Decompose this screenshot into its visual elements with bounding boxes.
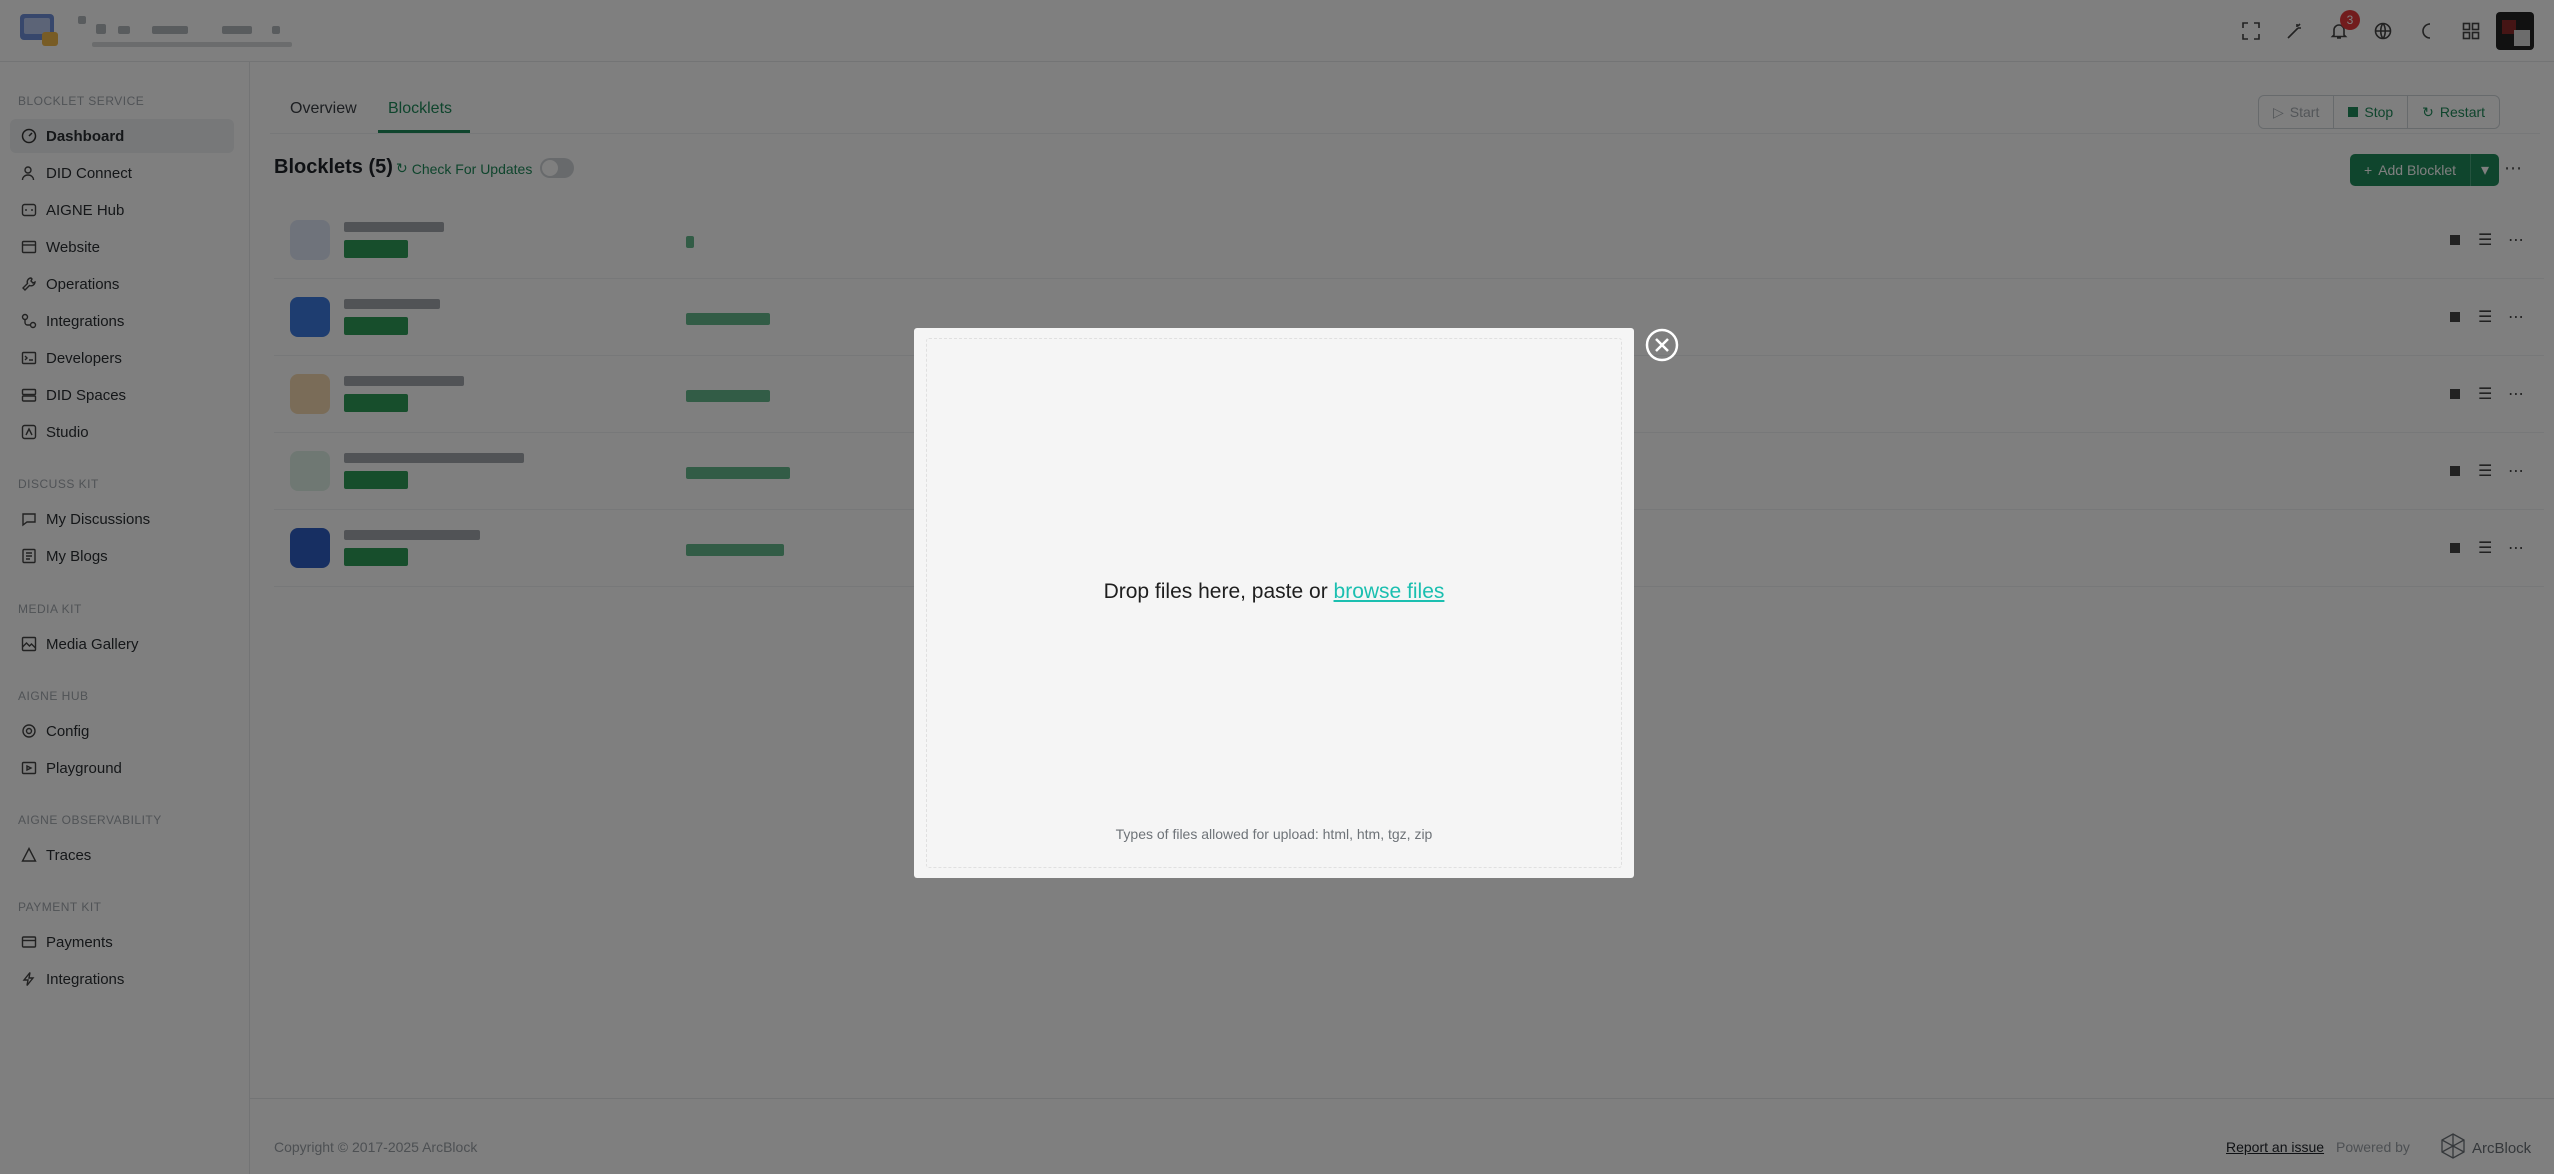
close-circle-icon: [1645, 328, 1679, 362]
upload-modal: Drop files here, paste or browse files T…: [914, 328, 1634, 878]
drop-instructions: Drop files here, paste or browse files: [1103, 580, 1445, 603]
close-modal-button[interactable]: [1644, 327, 1680, 363]
browse-files-link[interactable]: browse files: [1334, 580, 1445, 603]
allowed-file-types: Types of files allowed for upload: html,…: [1115, 826, 1433, 842]
